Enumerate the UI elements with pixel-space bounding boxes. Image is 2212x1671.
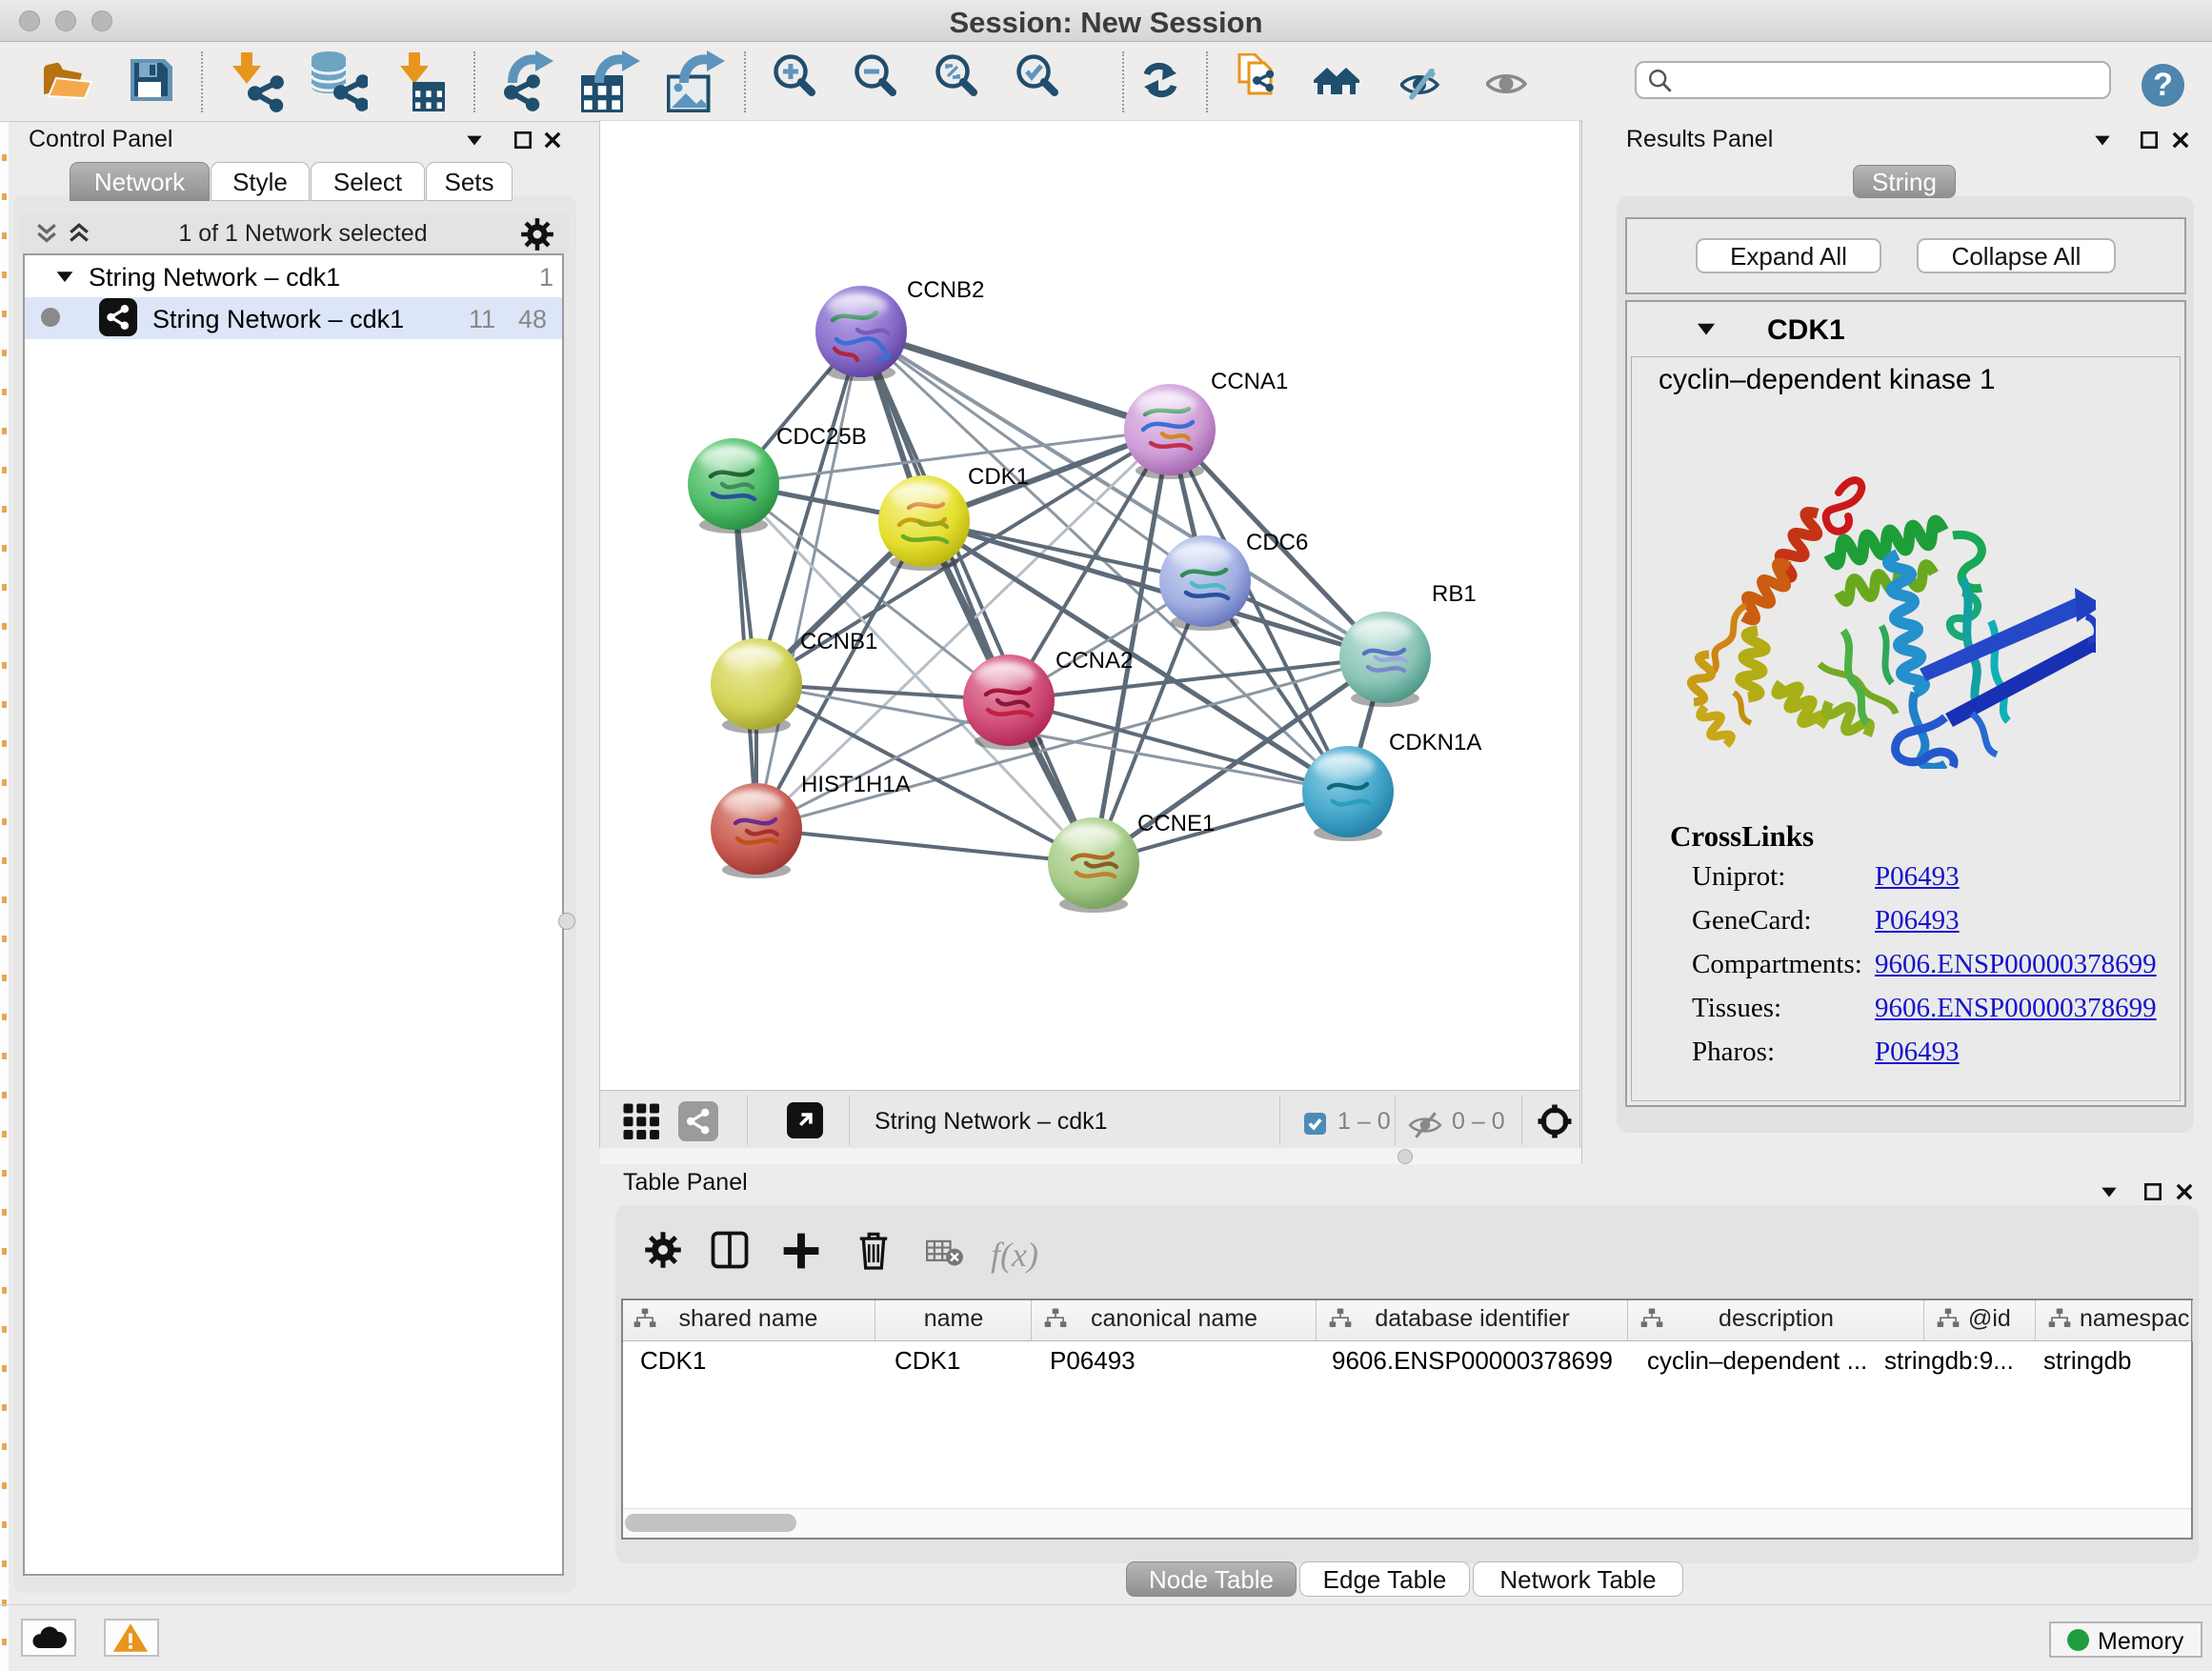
svg-text:CDKN1A: CDKN1A (1389, 730, 1481, 755)
svg-text:CDK1: CDK1 (968, 464, 1029, 490)
svg-text:CDC6: CDC6 (1246, 530, 1308, 555)
svg-text:CCNA2: CCNA2 (1056, 648, 1133, 674)
svg-text:CCNE1: CCNE1 (1137, 811, 1215, 836)
svg-text:CCNB2: CCNB2 (907, 277, 984, 303)
svg-text:CDC25B: CDC25B (776, 424, 867, 450)
svg-text:CCNB1: CCNB1 (800, 629, 877, 654)
svg-text:CCNA1: CCNA1 (1211, 369, 1288, 394)
svg-text:HIST1H1A: HIST1H1A (801, 772, 911, 797)
svg-text:RB1: RB1 (1432, 581, 1477, 607)
